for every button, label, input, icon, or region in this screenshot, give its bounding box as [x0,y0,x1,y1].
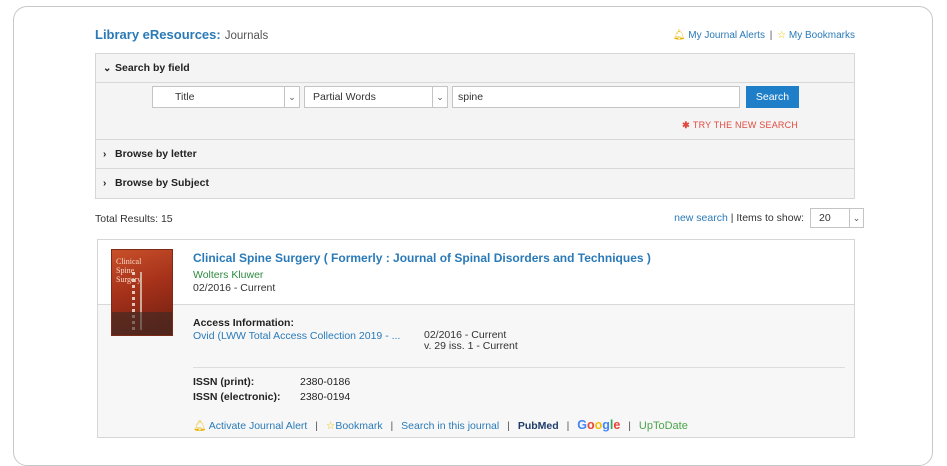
cover-shadow [112,312,172,335]
chevron-down-icon: ⌄ [284,87,299,107]
bell-icon: 🔔︎ [672,30,686,41]
access-volume: v. 29 iss. 1 - Current [424,340,518,352]
search-input[interactable]: spine [452,86,740,108]
items-per-page-select[interactable]: 20 ⌄ [810,208,864,228]
field-select-value: Title [175,91,195,103]
bell-icon: 🔔︎ [193,420,207,432]
my-bookmarks-link[interactable]: My Bookmarks [789,30,855,41]
match-select[interactable]: Partial Words ⌄ [304,86,448,108]
issn-print-row: ISSN (print): 2380-0186 [193,376,350,388]
divider [193,367,845,368]
access-provider-link[interactable]: Ovid (LWW Total Access Collection 2019 -… [193,330,400,342]
issn-electronic-label: ISSN (electronic): [193,391,281,403]
search-by-field-toggle[interactable]: ⌄ Search by field [96,54,854,83]
chevron-down-icon: ⌄ [432,87,447,107]
search-button[interactable]: Search [746,86,799,108]
asterisk-icon: ✱ [682,120,690,130]
new-search-link[interactable]: new search [674,212,728,224]
issn-electronic-row: ISSN (electronic): 2380-0194 [193,391,350,403]
browse-by-letter-toggle[interactable]: › Browse by letter [96,140,854,169]
result-actions: 🔔︎ Activate Journal Alert | ☆Bookmark | … [193,418,688,432]
action-separator: | [566,420,570,432]
field-select[interactable]: Title ⌄ [152,86,300,108]
star-icon: ☆ [325,420,336,432]
browse-by-letter-label: Browse by letter [115,148,197,160]
journal-title-link[interactable]: Clinical Spine Surgery ( Formerly : Jour… [193,251,651,265]
publisher: Wolters Kluwer [193,269,264,281]
chevron-down-icon: ⌄ [849,209,863,227]
access-coverage: 02/2016 - Current v. 29 iss. 1 - Current [424,330,518,352]
action-separator: | [315,420,318,432]
chevron-right-icon: › [103,178,107,189]
chevron-right-icon: › [103,149,107,160]
total-results: Total Results: 15 [95,213,173,225]
result-summary: Clinical Spine Surgery Clinical Spine Su… [98,240,854,336]
search-in-journal-link[interactable]: Search in this journal [401,420,499,432]
results-tools: new search | Items to show: 20 ⌄ [674,208,864,228]
search-by-field-body: Title ⌄ Partial Words ⌄ spine Search ✱ TR… [96,83,854,140]
link-separator: | [769,30,773,41]
issn-print-label: ISSN (print): [193,376,255,388]
items-to-show-label: | Items to show: [730,211,805,224]
browse-by-subject-toggle[interactable]: › Browse by Subject [96,169,854,198]
match-select-value: Partial Words [313,91,376,103]
coverage-dates: 02/2016 - Current [193,282,276,294]
activate-alert-link[interactable]: Activate Journal Alert [209,420,308,432]
try-new-search-link[interactable]: ✱ TRY THE NEW SEARCH [682,120,798,131]
items-per-page-value: 20 [819,212,831,224]
page-subtitle: Journals [224,30,269,42]
search-by-field-label: Search by field [115,62,190,74]
try-new-search-label: TRY THE NEW SEARCH [692,120,798,130]
chevron-down-icon: ⌄ [103,63,112,74]
google-link[interactable]: Google [577,418,620,432]
access-heading: Access Information: [193,317,294,329]
issn-electronic-value: 2380-0194 [300,391,351,403]
search-panel: ⌄ Search by field Title ⌄ Partial Words ⌄… [95,53,855,199]
browse-by-subject-label: Browse by Subject [115,177,209,189]
action-separator: | [628,420,631,432]
brand-label: Library eResources: [95,27,221,42]
star-icon: ☆ [777,30,787,41]
result-card: Clinical Spine Surgery Clinical Spine Su… [97,239,855,438]
issn-print-value: 2380-0186 [300,376,351,388]
pubmed-link[interactable]: PubMed [518,420,559,432]
action-separator: | [390,420,394,432]
page-title: Library eResources: Journals [95,27,268,42]
result-details: Access Information: Ovid (LWW Total Acce… [98,304,854,437]
user-links: 🔔︎ My Journal Alerts | ☆ My Bookmarks [673,30,855,41]
page-header: Library eResources: Journals 🔔︎ My Journa… [95,27,855,45]
my-journal-alerts-link[interactable]: My Journal Alerts [688,30,765,41]
action-separator: | [507,420,510,432]
uptodate-link[interactable]: UpToDate [639,420,688,432]
journal-cover-image[interactable]: Clinical Spine Surgery [111,249,173,336]
bookmark-link[interactable]: Bookmark [335,420,382,432]
